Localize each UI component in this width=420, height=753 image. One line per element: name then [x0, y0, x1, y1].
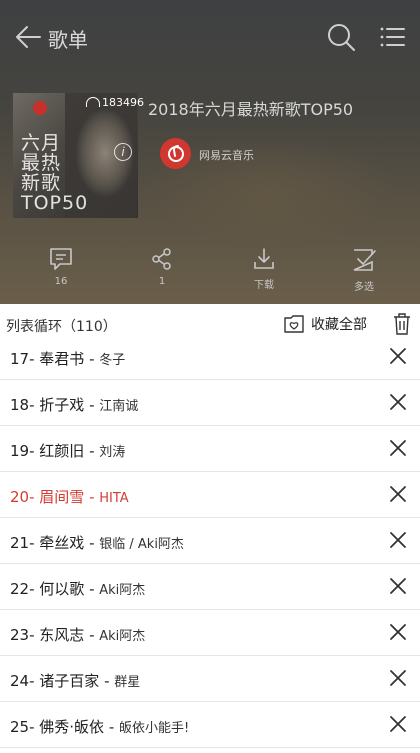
song-title: 奉君书	[39, 350, 85, 368]
playlist-name: 2018年六月最热新歌TOP50	[148, 100, 354, 119]
song-artist: HITA	[99, 491, 129, 506]
creator-avatar[interactable]	[160, 138, 191, 169]
netease-logo-icon	[167, 145, 184, 162]
song-index: 17-	[10, 350, 35, 368]
share-button[interactable]: 1	[132, 246, 192, 287]
remove-icon[interactable]	[388, 530, 408, 550]
song-list: 17- 奉君书 - 冬子 18- 折子戏 - 江南诚 19- 红颜旧 - 刘涛 …	[0, 334, 420, 748]
song-artist: Aki阿杰	[99, 629, 146, 644]
song-index: 25-	[10, 718, 35, 736]
headphones-icon	[86, 97, 100, 107]
remove-icon[interactable]	[388, 622, 408, 642]
cover-title-line: 最热	[21, 152, 62, 174]
song-label: 17- 奉君书 - 冬子	[10, 350, 126, 368]
song-index: 21-	[10, 534, 35, 552]
song-label: 21- 牵丝戏 - 银临 / Aki阿杰	[10, 534, 184, 552]
song-label: 19- 红颜旧 - 刘涛	[10, 442, 126, 460]
song-title: 红颜旧	[39, 442, 85, 460]
cover-title-line: 六月	[21, 132, 62, 154]
menu-button[interactable]	[376, 22, 408, 52]
song-artist: 银临 / Aki阿杰	[99, 537, 184, 552]
info-icon[interactable]: i	[114, 143, 132, 161]
remove-icon[interactable]	[388, 392, 408, 412]
song-artist: Aki阿杰	[99, 583, 146, 598]
remove-icon[interactable]	[388, 714, 408, 734]
remove-icon[interactable]	[388, 484, 408, 504]
search-icon	[328, 24, 355, 51]
top-bar: 歌单	[0, 0, 420, 72]
share-count: 1	[158, 276, 166, 287]
creator-name[interactable]: 网易云音乐	[199, 147, 254, 163]
song-artist: 冬子	[99, 353, 126, 368]
song-label: 24- 诸子百家 - 群星	[10, 672, 141, 690]
playlist-header: 歌单 六月 最热 新歌 TOP50 i 183496 2018年六月最热新歌TO…	[0, 0, 420, 304]
song-title: 诸子百家	[39, 672, 100, 690]
play-count-value: 183496	[102, 96, 144, 109]
song-row[interactable]: 21- 牵丝戏 - 银临 / Aki阿杰	[0, 518, 420, 564]
song-row[interactable]: 24- 诸子百家 - 群星	[0, 656, 420, 702]
remove-icon[interactable]	[388, 576, 408, 596]
download-icon	[254, 248, 274, 269]
cover-title-line: TOP50	[21, 192, 89, 214]
cover-logo-badge	[33, 101, 47, 115]
multi-select-icon	[353, 249, 376, 271]
song-row[interactable]: 19- 红颜旧 - 刘涛	[0, 426, 420, 472]
song-artist: 皈依小能手!	[119, 721, 190, 736]
song-title: 东风志	[39, 626, 85, 644]
cover-title: 六月 最热 新歌 TOP50	[21, 133, 111, 213]
song-row[interactable]: 18- 折子戏 - 江南诚	[0, 380, 420, 426]
trash-icon	[394, 313, 410, 335]
song-row-playing[interactable]: 20- 眉间雪 - HITA	[0, 472, 420, 518]
cover-title-line: 新歌	[21, 172, 62, 194]
song-label: 20- 眉间雪 - HITA	[10, 488, 129, 506]
song-index: 19-	[10, 442, 35, 460]
clear-list-button[interactable]	[392, 312, 412, 336]
song-title: 牵丝戏	[39, 534, 85, 552]
song-row[interactable]: 25- 佛秀·皈依 - 皈依小能手!	[0, 702, 420, 748]
song-index: 24-	[10, 672, 35, 690]
action-bar: 16 1 下载 多选	[0, 246, 420, 296]
song-index: 18-	[10, 396, 35, 414]
song-index: 22-	[10, 580, 35, 598]
song-title: 何以歌	[39, 580, 85, 598]
favorite-all-label: 收藏全部	[311, 317, 367, 333]
song-label: 22- 何以歌 - Aki阿杰	[10, 580, 146, 598]
song-label: 18- 折子戏 - 江南诚	[10, 396, 139, 414]
song-label: 25- 佛秀·皈依 - 皈依小能手!	[10, 718, 190, 736]
song-title: 折子戏	[39, 396, 85, 414]
song-artist: 刘涛	[99, 445, 126, 460]
menu-icon	[380, 27, 405, 47]
share-icon	[152, 248, 171, 270]
song-index: 23-	[10, 626, 35, 644]
search-button[interactable]	[324, 20, 358, 54]
comment-count: 16	[54, 276, 68, 287]
back-button[interactable]	[10, 20, 46, 54]
song-row[interactable]: 23- 东风志 - Aki阿杰	[0, 610, 420, 656]
favorite-folder-icon	[284, 315, 304, 333]
multi-select-button[interactable]: 多选	[334, 246, 394, 293]
song-row[interactable]: 22- 何以歌 - Aki阿杰	[0, 564, 420, 610]
play-count: 183496	[86, 96, 144, 109]
download-label: 下载	[254, 280, 274, 291]
comment-button[interactable]: 16	[31, 246, 91, 287]
song-artist: 江南诚	[99, 399, 139, 414]
download-button[interactable]: 下载	[234, 246, 294, 291]
song-title: 眉间雪	[39, 488, 85, 506]
song-row[interactable]: 17- 奉君书 - 冬子	[0, 334, 420, 380]
song-index: 20-	[10, 488, 35, 506]
song-artist: 群星	[114, 675, 141, 690]
remove-icon[interactable]	[388, 346, 408, 366]
song-title: 佛秀·皈依	[39, 718, 105, 736]
multi-select-label: 多选	[354, 282, 374, 293]
playlist-cover[interactable]: 六月 最热 新歌 TOP50 i	[13, 93, 138, 218]
remove-icon[interactable]	[388, 438, 408, 458]
comment-icon	[50, 248, 72, 270]
loop-mode-label[interactable]: 列表循环（110）	[6, 316, 117, 336]
back-arrow-icon	[16, 26, 41, 48]
page-title: 歌单	[48, 28, 88, 52]
song-label: 23- 东风志 - Aki阿杰	[10, 626, 146, 644]
remove-icon[interactable]	[388, 668, 408, 688]
